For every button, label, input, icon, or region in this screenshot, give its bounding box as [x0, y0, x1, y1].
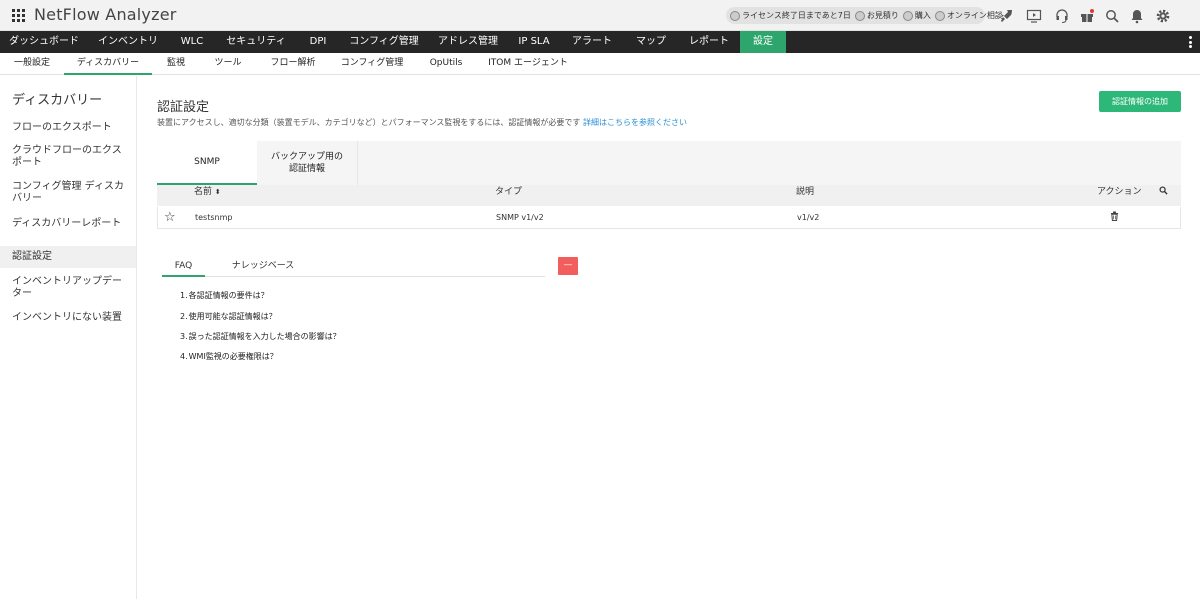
consult-icon [934, 10, 945, 21]
tab-snmp[interactable]: SNMP [157, 141, 257, 185]
subnav-item-itom-agent[interactable]: ITOM エージェント [482, 53, 574, 75]
purchase-icon [902, 10, 913, 21]
gear-icon[interactable] [1154, 7, 1172, 25]
search-icon[interactable] [1103, 7, 1121, 25]
tab-knowledge-base[interactable]: ナレッジベース [222, 260, 304, 277]
headset-icon[interactable] [1053, 7, 1071, 25]
row-name: testsnmp [195, 213, 233, 222]
faq-text: 使用可能な認証情報は？ [188, 312, 277, 321]
sidebar: ディスカバリー フローのエクスポート クラウドフローのエクスポート コンフィグ管… [0, 76, 137, 599]
details-link[interactable]: 詳細はこちらを参照ください [583, 118, 687, 127]
credential-tabs: SNMP バックアップ用の認証情報 [157, 141, 1181, 185]
faq-text: WMI監視の必要権限は？ [188, 352, 278, 361]
faq-item[interactable]: 1.各認証情報の要件は？ [180, 290, 269, 301]
faq-number: 4. [180, 352, 188, 361]
purchase-link[interactable]: 購入 [902, 10, 931, 21]
row-type: SNMP v1/v2 [496, 213, 544, 222]
main-nav: ダッシュボード インベントリ WLC セキュリティ DPI コンフィグ管理 アド… [0, 31, 1200, 53]
nav-item-inventory[interactable]: インベントリ [88, 31, 168, 53]
page-title: 認証設定 [157, 100, 210, 115]
faq-tabs: FAQ ナレッジベース [162, 260, 545, 277]
faq-text: 各認証情報の要件は？ [188, 291, 269, 300]
subnav-item-tools[interactable]: ツール [204, 53, 252, 75]
subnav-item-monitoring[interactable]: 監視 [156, 53, 196, 75]
faq-number: 2. [180, 312, 188, 321]
nav-item-dashboard[interactable]: ダッシュボード [0, 31, 88, 53]
video-icon[interactable] [1025, 7, 1043, 25]
tab-backup-credentials[interactable]: バックアップ用の認証情報 [257, 141, 358, 185]
sidebar-item-cloud-flow-export[interactable]: クラウドフローのエクスポート [0, 145, 136, 169]
row-desc: v1/v2 [797, 213, 820, 222]
quote-label: お見積り [866, 11, 899, 20]
subnav-item-oputils[interactable]: OpUtils [418, 53, 474, 75]
consult-label: オンライン相談 [946, 11, 1003, 20]
subnav-item-general[interactable]: 一般設定 [4, 53, 60, 75]
gift-icon[interactable] [1078, 7, 1096, 25]
sort-icon: ⬍ [214, 188, 221, 196]
license-link[interactable]: ライセンス終了日まであと7日 [730, 10, 851, 21]
table-row: ☆ testsnmp SNMP v1/v2 v1/v2 [157, 207, 1181, 229]
faq-item[interactable]: 2.使用可能な認証情報は？ [180, 311, 277, 322]
subnav-item-flow-analysis[interactable]: フロー解析 [262, 53, 324, 75]
sidebar-title: ディスカバリー [12, 93, 103, 108]
sidebar-item-config-discovery[interactable]: コンフィグ管理 ディスカバリー [0, 181, 136, 205]
description-text: 装置にアクセスし、適切な分類（装置モデル、カテゴリなど）とパフォーマンス監視をす… [157, 118, 581, 127]
page-description: 装置にアクセスし、適切な分類（装置モデル、カテゴリなど）とパフォーマンス監視をす… [157, 117, 687, 128]
license-pill: ライセンス終了日まであと7日 お見積り 購入 オンライン相談 [726, 7, 1003, 24]
column-action-header: アクション [1097, 187, 1142, 197]
add-credential-button[interactable]: 認証情報の追加 [1099, 91, 1181, 112]
faq-item[interactable]: 4.WMI監視の必要権限は？ [180, 351, 278, 362]
sub-nav: 一般設定 ディスカバリー 監視 ツール フロー解析 コンフィグ管理 OpUtil… [0, 53, 1200, 75]
delete-icon[interactable] [1110, 208, 1119, 229]
tab-snmp-label: SNMP [194, 157, 220, 167]
app-title: NetFlow Analyzer [34, 5, 177, 24]
nav-item-config[interactable]: コンフィグ管理 [340, 31, 428, 53]
collapse-button[interactable]: — [558, 257, 578, 275]
nav-item-settings[interactable]: 設定 [740, 31, 786, 53]
faq-number: 3. [180, 332, 188, 341]
nav-item-address[interactable]: アドレス管理 [428, 31, 508, 53]
license-label: ライセンス終了日まであと7日 [742, 11, 851, 20]
favorite-star-icon[interactable]: ☆ [164, 207, 176, 228]
quote-link[interactable]: お見積り [854, 10, 899, 21]
column-type-header: タイプ [495, 187, 523, 197]
column-name-header[interactable]: 名前 ⬍ [194, 185, 221, 199]
column-name-label: 名前 [194, 187, 213, 197]
faq-text: 誤った認証情報を入力した場合の影響は？ [188, 332, 341, 341]
sidebar-item-discovery-report[interactable]: ディスカバリーレポート [0, 218, 136, 230]
faq-number: 1. [180, 291, 188, 300]
license-icon [730, 10, 740, 21]
purchase-label: 購入 [914, 11, 931, 20]
quote-icon [854, 10, 865, 21]
consult-link[interactable]: オンライン相談 [934, 10, 1003, 21]
subnav-item-config[interactable]: コンフィグ管理 [334, 53, 410, 75]
sidebar-item-credentials[interactable]: 認証設定 [0, 246, 136, 268]
nav-item-report[interactable]: レポート [678, 31, 740, 53]
nav-item-wlc[interactable]: WLC [168, 31, 216, 53]
nav-item-security[interactable]: セキュリティ [216, 31, 296, 53]
sidebar-item-inventory-updater[interactable]: インベントリアップデーター [0, 276, 136, 300]
sidebar-item-not-in-inventory[interactable]: インベントリにない装置 [0, 312, 136, 324]
column-desc-header: 説明 [796, 187, 815, 197]
table-header: 名前 ⬍ タイプ 説明 アクション [157, 185, 1181, 206]
nav-item-alert[interactable]: アラート [560, 31, 624, 53]
nav-item-ipsla[interactable]: IP SLA [508, 31, 560, 53]
subnav-item-discovery[interactable]: ディスカバリー [64, 53, 152, 75]
more-menu-icon[interactable] [1189, 36, 1192, 48]
table-search-icon[interactable] [1159, 186, 1168, 200]
tab-backup-label: バックアップ用の認証情報 [270, 152, 343, 174]
top-header: NetFlow Analyzer ライセンス終了日まであと7日 お見積り 購入 … [0, 0, 1200, 31]
nav-item-map[interactable]: マップ [624, 31, 678, 53]
bell-icon[interactable] [1128, 7, 1146, 25]
sidebar-item-flow-export[interactable]: フローのエクスポート [0, 122, 136, 134]
nav-item-dpi[interactable]: DPI [296, 31, 340, 53]
rocket-icon[interactable] [997, 7, 1015, 25]
tab-faq[interactable]: FAQ [162, 260, 205, 277]
faq-item[interactable]: 3.誤った認証情報を入力した場合の影響は？ [180, 331, 341, 342]
apps-grid-icon[interactable] [12, 9, 25, 22]
